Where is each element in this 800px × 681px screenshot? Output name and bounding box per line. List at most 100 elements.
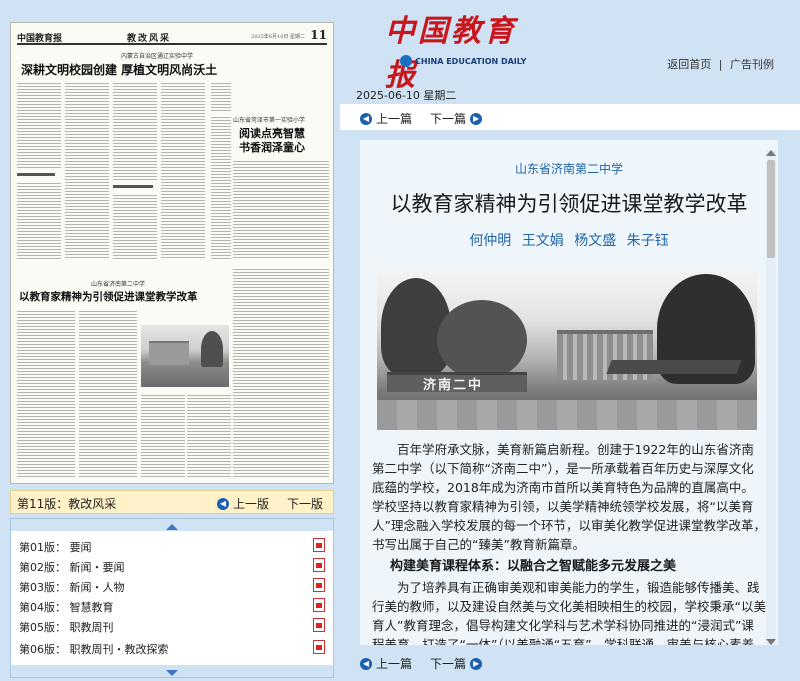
issue-bar: 第11版：教改风采 ◀ 上一版 下一版 (10, 490, 334, 514)
pdf-icon[interactable] (313, 640, 325, 654)
left-arrow-icon: ◀ (360, 112, 372, 125)
down-arrow-icon (166, 670, 178, 676)
home-link[interactable]: 返回首页 (667, 58, 711, 71)
text-block (211, 115, 231, 259)
text-block (161, 81, 205, 259)
next-edition-button[interactable]: 下一版 (287, 495, 323, 512)
right-article-headline-2[interactable]: 书香润泽童心 (239, 139, 305, 155)
photo-tree (437, 300, 527, 380)
list-scroll-up-button[interactable] (11, 519, 333, 531)
masthead-date: 2025年6月10日 星期二 (251, 34, 305, 40)
edition-item-label: 第03版： 新闻・人物 (19, 581, 125, 594)
current-issue-label: 第11版：教改风采 (17, 497, 117, 511)
left-panel: 中国教育报 教改风采 2025年6月10日 星期二 11 内蒙古自治区通辽实验中… (0, 0, 340, 681)
edition-item-label: 第06版： 职教周刊・教改探索 (19, 643, 169, 656)
edition-list: 第01版： 要闻 第02版： 新闻・要闻 第03版： 新闻・人物 第04版： 智… (10, 518, 334, 678)
scrollbar-thumb[interactable] (767, 160, 775, 258)
article-nav-bottom: ◀ 上一篇 下一篇 ▶ (340, 651, 800, 673)
prev-article-button-bottom[interactable]: ◀ 上一篇 (360, 655, 412, 672)
pdf-icon[interactable] (313, 618, 325, 632)
masthead-name: 中国教育报 (17, 34, 63, 44)
list-scroll-down-button[interactable] (11, 665, 333, 677)
text-block (17, 309, 75, 479)
article-scrollbar[interactable] (766, 150, 776, 645)
next-article-label: 下一篇 (430, 112, 467, 126)
article-nav-top: ◀ 上一篇 下一篇 ▶ (340, 104, 800, 130)
globe-icon (400, 55, 412, 67)
right-panel: 中国教育报 CHINA EDUCATION DAILY 返回首页 | 广告刊例 … (340, 0, 800, 681)
right-article-kicker: 山东省菏泽市第一实验小学 (233, 117, 306, 124)
newspaper-page-preview[interactable]: 中国教育报 教改风采 2025年6月10日 星期二 11 内蒙古自治区通辽实验中… (10, 22, 334, 484)
mid-article-headline[interactable]: 以教育家精神为引领促进课堂教学改革 (19, 289, 198, 304)
text-block (233, 159, 329, 259)
edition-item-label: 第01版： 要闻 (19, 541, 92, 554)
article-paragraph: 百年学府承文脉，美育新篇启新程。创建于1922年的山东省济南第二中学（以下简称“… (372, 442, 766, 552)
edition-item[interactable]: 第01版： 要闻 (11, 535, 333, 555)
top-links: 返回首页 | 广告刊例 (667, 56, 774, 72)
left-arrow-icon: ◀ (217, 497, 229, 510)
site-logo-english: CHINA EDUCATION DAILY (400, 55, 526, 67)
scroll-down-arrow-icon[interactable] (766, 639, 776, 645)
ad-rates-link[interactable]: 广告刊例 (730, 58, 774, 71)
text-block (79, 309, 137, 479)
right-arrow-icon: ▶ (470, 657, 483, 670)
article-photo-thumbnail (141, 325, 229, 387)
link-separator: | (718, 58, 723, 71)
pdf-icon[interactable] (313, 538, 325, 552)
photo-road (377, 400, 757, 430)
photo-gate-roof (606, 360, 742, 374)
masthead-column: 教改风采 (127, 34, 172, 44)
article-section-title: 构建美育课程体系：以融合之智赋能多元发展之美 (390, 559, 677, 574)
mid-article-kicker: 山东省济南第二中学 (91, 281, 146, 288)
prev-article-button[interactable]: ◀ 上一篇 (360, 110, 412, 127)
site-logo[interactable]: 中国教育报 (385, 6, 535, 93)
prev-article-label: 上一篇 (376, 657, 413, 671)
top-article-kicker: 内蒙古自治区通辽实验中学 (121, 53, 194, 60)
article-content: 山东省济南第二中学 以教育家精神为引领促进课堂教学改革 何仲明 王文娟 杨文盛 … (360, 140, 778, 645)
up-arrow-icon (166, 524, 178, 530)
text-block (113, 81, 157, 181)
edition-item[interactable]: 第04版： 智慧教育 (11, 595, 333, 615)
scroll-up-arrow-icon[interactable] (766, 150, 776, 156)
issue-date: 2025-06-10 星期二 (356, 89, 457, 102)
article-kicker: 山东省济南第二中学 (514, 162, 623, 176)
pdf-icon[interactable] (313, 558, 325, 572)
logo-english-text: CHINA EDUCATION DAILY (415, 56, 527, 66)
text-block (233, 267, 329, 479)
next-article-button[interactable]: 下一篇 ▶ (430, 110, 483, 127)
edition-item-label: 第05版： 职教周刊 (19, 621, 114, 634)
edition-item[interactable]: 第03版： 新闻・人物 (11, 575, 333, 595)
text-block (113, 193, 157, 259)
next-article-button-bottom[interactable]: 下一篇 ▶ (430, 655, 483, 672)
masthead-page-number: 11 (310, 28, 327, 42)
text-block (211, 81, 231, 111)
subheading (113, 185, 153, 188)
article-paragraph: 为了培养具有正确审美观和审美能力的学生，锻造能够传播美、践行美的教师，以及建设自… (372, 580, 766, 645)
text-block (187, 393, 231, 479)
subheading (17, 173, 55, 176)
article-authors: 何仲明 王文娟 杨文盛 朱子钰 (469, 233, 669, 249)
text-block (17, 81, 61, 169)
page-masthead: 中国教育报 教改风采 2025年6月10日 星期二 11 (17, 28, 327, 45)
article-photo: 济南二中 (377, 270, 757, 430)
edition-item-label: 第02版： 新闻・要闻 (19, 561, 125, 574)
prev-edition-label: 上一版 (233, 497, 270, 511)
article-title: 以教育家精神为引领促进课堂教学改革 (390, 192, 748, 216)
right-arrow-icon: ▶ (470, 112, 483, 125)
text-block (17, 181, 61, 259)
edition-item[interactable]: 第02版： 新闻・要闻 (11, 555, 333, 575)
text-block (141, 393, 185, 479)
pdf-icon[interactable] (313, 578, 325, 592)
next-article-label: 下一篇 (430, 657, 467, 671)
edition-item[interactable]: 第05版： 职教周刊 (11, 615, 333, 635)
photo-gate-text: 济南二中 (423, 378, 484, 393)
edition-item-label: 第04版： 智慧教育 (19, 601, 114, 614)
next-edition-label: 下一版 (287, 497, 324, 511)
prev-article-label: 上一篇 (376, 112, 413, 126)
edition-item[interactable]: 第06版： 职教周刊・教改探索 (11, 637, 333, 657)
prev-edition-button[interactable]: ◀ 上一版 (217, 495, 269, 512)
pdf-icon[interactable] (313, 598, 325, 612)
left-arrow-icon: ◀ (360, 657, 372, 670)
text-block (65, 81, 109, 259)
top-article-headline[interactable]: 深耕文明校园创建 厚植文明风尚沃土 (21, 61, 217, 78)
